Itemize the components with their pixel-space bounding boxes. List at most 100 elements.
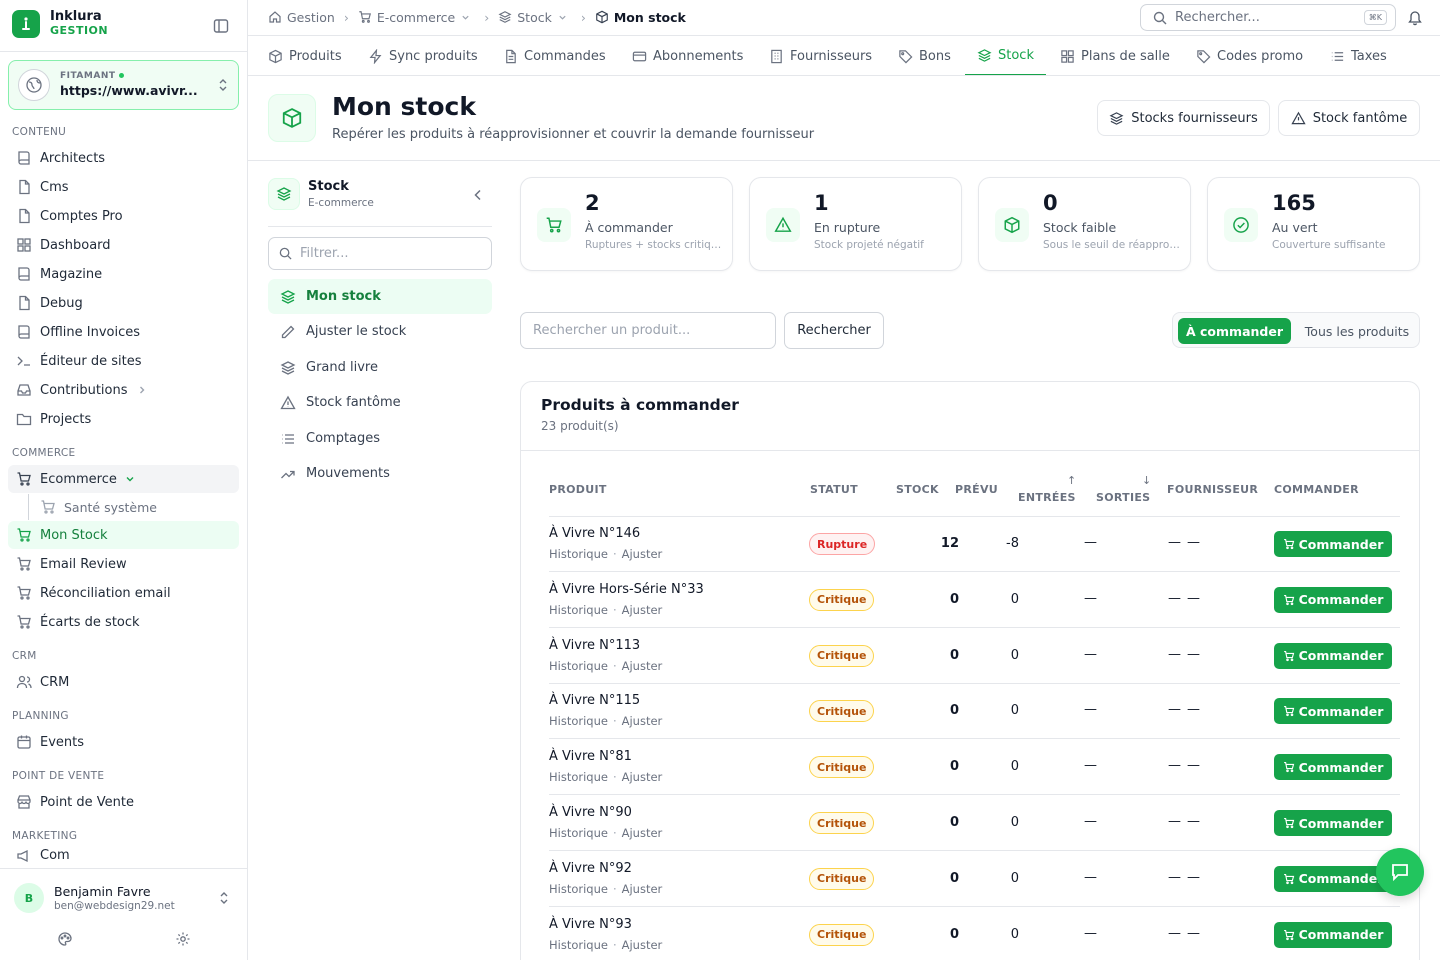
ajuster-link[interactable]: Ajuster — [622, 882, 663, 896]
sidebar-item-email-review[interactable]: Email Review — [8, 550, 239, 578]
stocks-fournisseurs-button[interactable]: Stocks fournisseurs — [1097, 100, 1270, 136]
ajuster-link[interactable]: Ajuster — [622, 603, 663, 617]
historique-link[interactable]: Historique — [549, 603, 608, 617]
toggle-tous-les-produits[interactable]: Tous les produits — [1299, 318, 1415, 344]
gear-icon[interactable] — [175, 931, 191, 947]
product-name[interactable]: À Vivre N°90 — [549, 805, 632, 820]
subnav-item-mouvements[interactable]: Mouvements — [268, 456, 492, 491]
tab-taxes[interactable]: Taxes — [1330, 36, 1387, 75]
sidebar-item-com[interactable]: Com — [8, 848, 239, 866]
sidebar-item-ecommerce[interactable]: Ecommerce — [8, 465, 239, 493]
subnav-item-stock-fantome[interactable]: Stock fantôme — [268, 385, 492, 420]
sidebar-item-comptes-pro[interactable]: Comptes Pro — [8, 202, 239, 230]
commander-button[interactable]: Commander — [1274, 642, 1392, 669]
column-header-prevu[interactable]: PRÉVU — [955, 483, 998, 496]
product-name[interactable]: À Vivre N°93 — [549, 917, 632, 932]
historique-link[interactable]: Historique — [549, 770, 608, 784]
breadcrumb-item-ecommerce[interactable]: E-commerce — [358, 10, 475, 25]
site-switcher[interactable]: FITAMANT https://www.avivr... — [8, 60, 239, 110]
sidebar-item-architects[interactable]: Architects — [8, 144, 239, 172]
stock-fantome-button[interactable]: Stock fantôme — [1278, 100, 1420, 136]
commander-button[interactable]: Commander — [1274, 810, 1392, 836]
global-search-input[interactable]: Rechercher... ⌘K — [1140, 4, 1396, 31]
product-search-input[interactable]: Rechercher un produit... — [520, 312, 776, 349]
toggle-a-commander[interactable]: À commander — [1178, 318, 1291, 344]
bell-icon[interactable] — [1407, 9, 1423, 26]
column-header-statut[interactable]: STATUT — [810, 483, 858, 496]
tab-bons[interactable]: Bons — [898, 36, 951, 75]
chat-button[interactable] — [1376, 848, 1424, 896]
breadcrumb-item-gestion[interactable]: Gestion — [268, 10, 335, 25]
breadcrumb-item-stock[interactable]: Stock — [498, 10, 572, 25]
subnav-item-comptages[interactable]: Comptages — [268, 421, 492, 456]
sidebar-item-r-conciliation-email[interactable]: Réconciliation email — [8, 579, 239, 607]
product-name[interactable]: À Vivre N°115 — [549, 693, 640, 708]
ajuster-link[interactable]: Ajuster — [622, 938, 663, 952]
commander-button[interactable]: Commander — [1274, 754, 1392, 781]
column-header-commander[interactable]: COMMANDER — [1274, 483, 1359, 496]
sidebar-item-debug[interactable]: Debug — [8, 289, 239, 317]
historique-link[interactable]: Historique — [549, 547, 608, 561]
commander-button[interactable]: Commander — [1274, 531, 1392, 557]
historique-link[interactable]: Historique — [549, 826, 608, 840]
subnav-item-grand-livre[interactable]: Grand livre — [268, 350, 492, 385]
sidebar-item-contributions[interactable]: Contributions — [8, 376, 239, 404]
stat-card-en-rupture[interactable]: 1 En rupture Stock projeté négatif — [749, 177, 962, 271]
column-header-sorties[interactable]: SORTIES — [1096, 491, 1150, 504]
sidebar-item-cms[interactable]: Cms — [8, 173, 239, 201]
product-name[interactable]: À Vivre N°81 — [549, 749, 632, 764]
sidebar-item-projects[interactable]: Projects — [8, 405, 239, 433]
tab-plans-de-salle[interactable]: Plans de salle — [1060, 36, 1170, 75]
ajuster-link[interactable]: Ajuster — [622, 659, 663, 673]
sidebar-item-magazine[interactable]: Magazine — [8, 260, 239, 288]
sidebar-item-crm[interactable]: CRM — [8, 668, 239, 696]
product-name[interactable]: À Vivre Hors-Série N°33 — [549, 582, 704, 597]
sidebar-item--carts-de-stock[interactable]: Écarts de stock — [8, 608, 239, 636]
ajuster-link[interactable]: Ajuster — [622, 714, 663, 728]
product-name[interactable]: À Vivre N°92 — [549, 861, 632, 876]
chevron-updown-icon[interactable] — [218, 891, 230, 905]
sidebar-item-events[interactable]: Events — [8, 728, 239, 756]
tab-stock[interactable]: Stock — [965, 36, 1046, 75]
subnav-filter-input[interactable]: Filtrer... — [268, 237, 492, 270]
tab-fournisseurs[interactable]: Fournisseurs — [769, 36, 872, 75]
commander-button[interactable]: Commander — [1274, 698, 1392, 725]
sidebar-toggle-icon[interactable] — [212, 17, 230, 35]
historique-link[interactable]: Historique — [549, 882, 608, 896]
product-name[interactable]: À Vivre N°113 — [549, 638, 640, 653]
tab-produits[interactable]: Produits — [268, 36, 342, 75]
column-header-entrees[interactable]: ENTRÉES — [1018, 491, 1076, 504]
subnav-item-mon-stock[interactable]: Mon stock — [268, 279, 492, 314]
historique-link[interactable]: Historique — [549, 714, 608, 728]
palette-icon[interactable] — [57, 931, 73, 947]
tab-codes-promo[interactable]: Codes promo — [1196, 36, 1303, 75]
historique-link[interactable]: Historique — [549, 938, 608, 952]
ajuster-link[interactable]: Ajuster — [622, 826, 663, 840]
product-name[interactable]: À Vivre N°146 — [549, 526, 640, 541]
sidebar-item--diteur-de-sites[interactable]: Éditeur de sites — [8, 347, 239, 375]
commander-button[interactable]: Commander — [1274, 865, 1392, 892]
column-header-produit[interactable]: PRODUIT — [549, 483, 607, 496]
stat-card-a-commander[interactable]: 2 À commander Ruptures + stocks critique… — [520, 177, 733, 271]
sidebar-item-sante-systeme[interactable]: Santé système — [32, 493, 239, 521]
brand[interactable]: Inklura GESTION — [12, 10, 108, 38]
commander-button[interactable]: Commander — [1274, 921, 1392, 948]
tab-sync-produits[interactable]: Sync produits — [368, 36, 478, 75]
search-button[interactable]: Rechercher — [784, 312, 884, 349]
ajuster-link[interactable]: Ajuster — [622, 547, 663, 561]
ajuster-link[interactable]: Ajuster — [622, 770, 663, 784]
chevron-left-icon[interactable] — [470, 187, 486, 203]
stat-card-stock-faible[interactable]: 0 Stock faible Sous le seuil de réapprov… — [978, 177, 1191, 271]
stat-card-au-vert[interactable]: 165 Au vert Couverture suffisante — [1207, 177, 1420, 271]
sidebar-item-dashboard[interactable]: Dashboard — [8, 231, 239, 259]
avatar[interactable]: B — [14, 883, 44, 913]
historique-link[interactable]: Historique — [549, 659, 608, 673]
sidebar-item-offline-invoices[interactable]: Offline Invoices — [8, 318, 239, 346]
tab-commandes[interactable]: Commandes — [503, 36, 606, 75]
sidebar-item-mon-stock[interactable]: Mon Stock — [8, 521, 239, 549]
subnav-item-ajuster[interactable]: Ajuster le stock — [268, 314, 492, 349]
column-header-fournisseur[interactable]: FOURNISSEUR — [1167, 483, 1258, 496]
sidebar-item-point-de-vente[interactable]: Point de Vente — [8, 788, 239, 816]
tab-abonnements[interactable]: Abonnements — [632, 36, 743, 75]
column-header-stock[interactable]: STOCK — [896, 483, 939, 496]
